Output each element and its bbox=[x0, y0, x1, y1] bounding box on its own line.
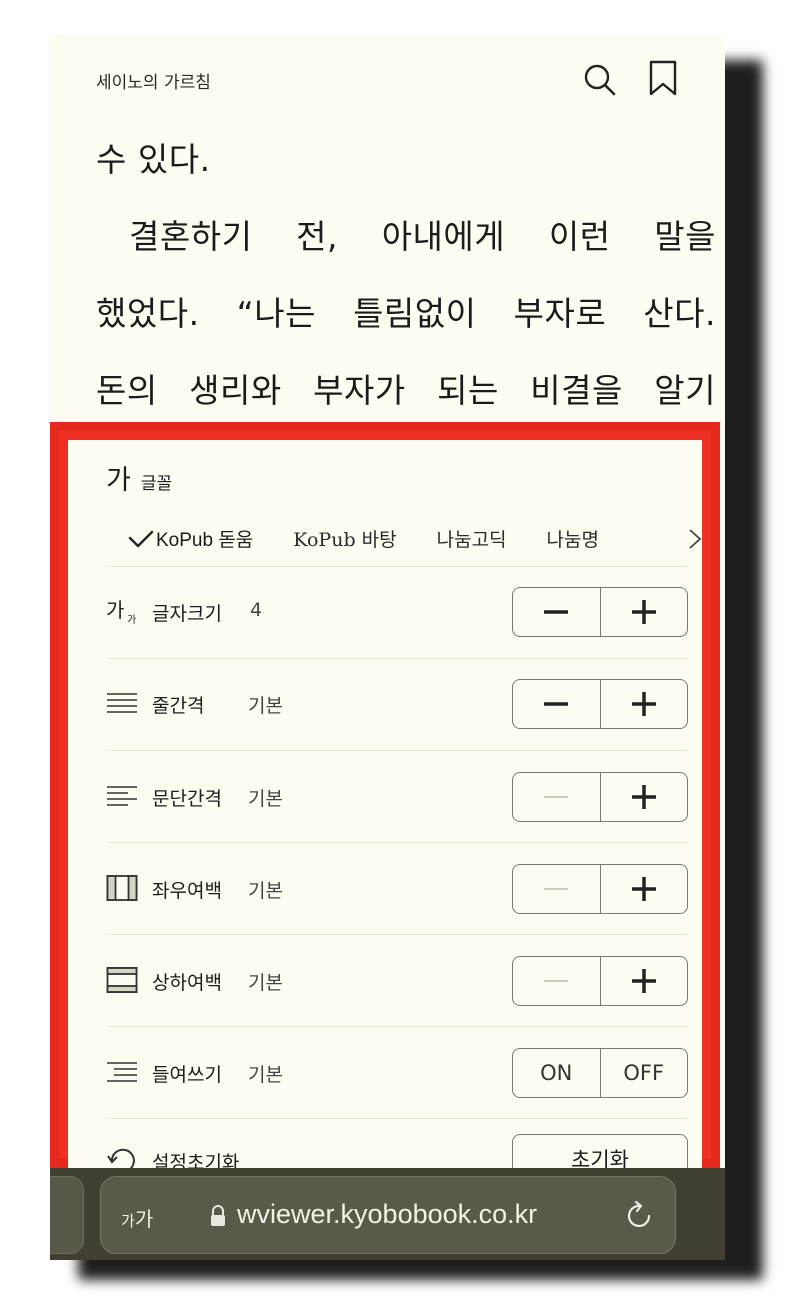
reload-icon[interactable] bbox=[623, 1199, 655, 1231]
reader-topbar: 세이노의 가르침 bbox=[50, 34, 725, 124]
paragraph-spacing-increase-button[interactable] bbox=[599, 773, 688, 821]
font-options: KoPub 돋움 KoPub 바탕 나눔고딕 나눔명 bbox=[128, 522, 639, 554]
indent-toggle: ON OFF bbox=[512, 1048, 688, 1098]
line-spacing-value: 기본 bbox=[248, 695, 283, 717]
reset-label: 설정초기화 bbox=[152, 1152, 240, 1168]
font-heading: 가 글꼴 bbox=[106, 458, 172, 497]
font-size-label: 글자크기 bbox=[152, 603, 222, 625]
settings-panel: 가 글꼴 KoPub 돋움 KoPub 바탕 나눔고딕 나눔명 가 가 글자크기 bbox=[68, 440, 702, 1168]
minus-icon bbox=[544, 702, 569, 706]
divider bbox=[106, 658, 688, 659]
font-size-increase-button[interactable] bbox=[599, 588, 688, 636]
paragraph-spacing-decrease-button[interactable] bbox=[513, 773, 600, 821]
indent-label: 들여쓰기 bbox=[152, 1064, 222, 1086]
reset-button[interactable]: 초기화 bbox=[512, 1134, 688, 1168]
font-size-icon: 가 가 bbox=[106, 598, 136, 625]
font-option-nanum-myeongjo[interactable]: 나눔명 bbox=[547, 525, 599, 552]
reader-line: 수 있다. bbox=[96, 140, 211, 179]
vertical-margin-increase-button[interactable] bbox=[599, 957, 688, 1005]
reset-icon bbox=[107, 1148, 135, 1168]
side-margin-decrease-button[interactable] bbox=[513, 865, 600, 913]
indent-off-button[interactable]: OFF bbox=[599, 1049, 688, 1097]
font-option-label: KoPub 돋움 bbox=[156, 529, 254, 551]
indent-icon bbox=[107, 1062, 137, 1082]
paragraph-spacing-icon bbox=[107, 786, 137, 806]
line-spacing-icon bbox=[107, 693, 137, 713]
search-icon[interactable] bbox=[582, 62, 616, 96]
reader-screen: 세이노의 가르침 수 있다. 결혼하기 전, 아내에게 이런 말을 했었다. “… bbox=[50, 34, 725, 1260]
side-margin-value: 기본 bbox=[248, 880, 283, 902]
plus-icon bbox=[631, 877, 656, 901]
line-spacing-stepper bbox=[512, 679, 688, 729]
reader-text: 수 있다. 결혼하기 전, 아내에게 이런 말을 했었다. “나는 틀림없이 부… bbox=[96, 130, 716, 438]
plus-icon bbox=[631, 785, 656, 809]
plus-icon bbox=[631, 969, 656, 993]
line-spacing-increase-button[interactable] bbox=[599, 680, 688, 728]
vertical-margin-row: 상하여백 기본 bbox=[106, 954, 688, 1006]
side-margin-stepper bbox=[512, 864, 688, 914]
minus-icon bbox=[544, 980, 569, 982]
side-margin-label: 좌우여백 bbox=[152, 880, 222, 902]
indent-value: 기본 bbox=[248, 1064, 283, 1086]
lock-icon bbox=[211, 1205, 225, 1226]
chevron-right-icon[interactable] bbox=[688, 528, 702, 550]
font-size-row: 가 가 글자크기 4 bbox=[106, 585, 688, 637]
text-size-big-glyph: 가 bbox=[134, 1207, 154, 1231]
reset-row: 설정초기화 초기화 bbox=[106, 1134, 688, 1168]
divider bbox=[106, 566, 688, 567]
svg-text:가: 가 bbox=[127, 614, 136, 625]
reader-line: 결혼하기 전, 아내에게 이런 말을 bbox=[129, 217, 716, 256]
vertical-margin-decrease-button[interactable] bbox=[513, 957, 600, 1005]
line-spacing-decrease-button[interactable] bbox=[513, 680, 600, 728]
divider bbox=[106, 1026, 688, 1027]
indent-row: 들여쓰기 기본 ON OFF bbox=[106, 1046, 688, 1098]
book-title: 세이노의 가르침 bbox=[96, 73, 211, 93]
bookmark-icon[interactable] bbox=[648, 60, 678, 96]
reader-line: 했었다. “나는 틀림없이 부자로 산다. bbox=[96, 294, 716, 333]
side-margin-icon bbox=[106, 875, 138, 901]
vertical-margin-label: 상하여백 bbox=[152, 972, 222, 994]
font-option-nanum-gothic[interactable]: 나눔고딕 bbox=[437, 525, 507, 552]
page-text-size-button[interactable]: 가가 bbox=[121, 1203, 153, 1232]
indent-on-button[interactable]: ON bbox=[513, 1049, 600, 1097]
font-size-stepper bbox=[512, 587, 688, 637]
font-icon: 가 bbox=[106, 465, 131, 496]
divider bbox=[106, 934, 688, 935]
address-bar[interactable]: 가가 wviewer.kyobobook.co.kr bbox=[100, 1176, 676, 1254]
font-option-kopub-batang[interactable]: KoPub 바탕 bbox=[293, 525, 396, 552]
browser-bottom-bar: 가가 wviewer.kyobobook.co.kr bbox=[50, 1168, 725, 1260]
minus-icon bbox=[544, 888, 569, 890]
line-spacing-label: 줄간격 bbox=[152, 695, 205, 717]
plus-icon bbox=[631, 600, 656, 624]
font-size-decrease-button[interactable] bbox=[513, 588, 600, 636]
divider bbox=[106, 1118, 688, 1119]
side-margin-increase-button[interactable] bbox=[599, 865, 688, 913]
divider bbox=[106, 750, 688, 751]
minus-icon bbox=[544, 796, 569, 798]
previous-tab[interactable] bbox=[50, 1176, 84, 1254]
svg-text:가: 가 bbox=[106, 598, 124, 622]
paragraph-spacing-value: 기본 bbox=[248, 788, 283, 810]
vertical-margin-icon bbox=[106, 967, 138, 993]
url-text: wviewer.kyobobook.co.kr bbox=[237, 1199, 538, 1229]
minus-icon bbox=[544, 610, 569, 614]
line-spacing-row: 줄간격 기본 bbox=[106, 677, 688, 729]
text-size-small-glyph: 가 bbox=[121, 1212, 135, 1230]
paragraph-spacing-stepper bbox=[512, 772, 688, 822]
divider bbox=[106, 842, 688, 843]
check-icon bbox=[128, 530, 154, 547]
vertical-margin-value: 기본 bbox=[248, 972, 283, 994]
side-margin-row: 좌우여백 기본 bbox=[106, 862, 688, 914]
font-label: 글꼴 bbox=[140, 474, 173, 494]
plus-icon bbox=[631, 692, 656, 716]
paragraph-spacing-row: 문단간격 기본 bbox=[106, 770, 688, 822]
vertical-margin-stepper bbox=[512, 956, 688, 1006]
font-option-kopub-dotum[interactable]: KoPub 돋움 bbox=[128, 525, 253, 552]
paragraph-spacing-label: 문단간격 bbox=[152, 788, 222, 810]
highlight-frame: 가 글꼴 KoPub 돋움 KoPub 바탕 나눔고딕 나눔명 가 가 글자크기 bbox=[50, 422, 720, 1168]
font-size-value: 4 bbox=[250, 599, 263, 621]
